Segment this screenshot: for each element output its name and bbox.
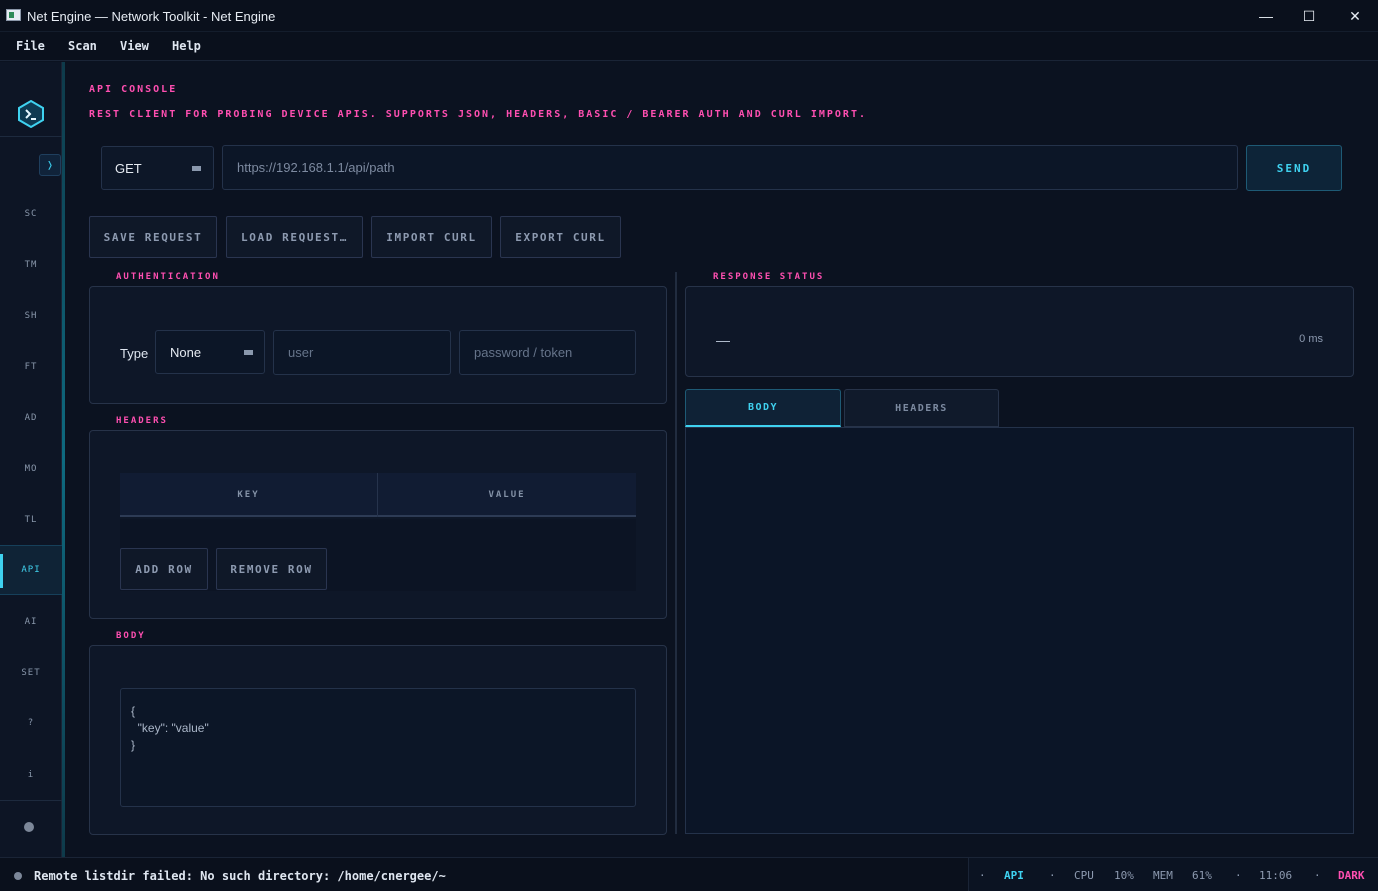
auth-group-label: AUTHENTICATION — [104, 271, 232, 283]
close-button[interactable]: ✕ — [1332, 0, 1378, 32]
cpu-value: 10% — [1114, 869, 1134, 882]
body-line: } — [131, 738, 136, 752]
app-icon — [6, 9, 21, 21]
minimize-button[interactable]: — — [1243, 0, 1289, 32]
status-indicator-icon — [14, 872, 22, 880]
status-separator: · — [1235, 869, 1242, 882]
remove-row-button[interactable]: REMOVE ROW — [216, 548, 327, 590]
status-separator: · — [1314, 869, 1321, 882]
connection-indicator — [24, 822, 34, 832]
status-metrics: · API · CPU 10% MEM 61% · 11:06 · DARK — [968, 858, 1378, 891]
nav-item-ft[interactable]: FT — [0, 342, 62, 392]
title-bar: Net Engine — Network Toolkit - Net Engin… — [0, 0, 1378, 32]
dropdown-icon — [192, 166, 201, 171]
sidebar-divider — [0, 800, 62, 801]
status-bar: Remote listdir failed: No such directory… — [0, 857, 1378, 891]
body-group-label: BODY — [104, 630, 158, 642]
export-curl-button[interactable]: EXPORT CURL — [500, 216, 621, 258]
status-separator: · — [979, 869, 986, 882]
nav-item-help[interactable]: ? — [0, 698, 62, 748]
status-clock: 11:06 — [1259, 869, 1293, 882]
auth-type-label: Type — [120, 346, 149, 361]
nav-item-sc[interactable]: SC — [0, 189, 62, 239]
cpu-label: CPU — [1074, 869, 1094, 882]
theme-toggle[interactable]: DARK — [1338, 869, 1365, 882]
menu-file[interactable]: File — [16, 39, 45, 53]
nav-item-ai[interactable]: AI — [0, 597, 62, 647]
menu-bar: File Scan View Help — [0, 32, 1378, 61]
response-status-label: RESPONSE STATUS — [701, 271, 837, 283]
nav-item-set[interactable]: SET — [0, 648, 62, 698]
column-key[interactable]: KEY — [120, 473, 377, 517]
nav-item-info[interactable]: i — [0, 750, 62, 800]
method-select[interactable]: GET — [101, 146, 214, 190]
load-request-button[interactable]: LOAD REQUEST… — [226, 216, 363, 258]
page-subtitle: REST CLIENT FOR PROBING DEVICE APIS. SUP… — [89, 109, 867, 120]
sidebar-splitter[interactable] — [62, 62, 65, 857]
dropdown-icon — [244, 350, 253, 355]
pane-splitter[interactable] — [675, 272, 677, 834]
status-separator: · — [1049, 869, 1056, 882]
nav-item-sh[interactable]: SH — [0, 291, 62, 341]
status-module: API — [1004, 869, 1024, 882]
body-line: "key": "value" — [131, 721, 209, 735]
auth-type-value: None — [170, 344, 202, 360]
maximize-button[interactable]: ☐ — [1286, 0, 1332, 32]
nav-item-tl[interactable]: TL — [0, 495, 62, 545]
auth-type-select[interactable]: None — [155, 330, 265, 374]
headers-group-label: HEADERS — [104, 415, 180, 427]
body-line: { — [131, 704, 136, 718]
method-value: GET — [115, 160, 142, 176]
mem-label: MEM — [1153, 869, 1173, 882]
response-status-group — [685, 286, 1354, 377]
nav-item-mo[interactable]: MO — [0, 444, 62, 494]
menu-help[interactable]: Help — [172, 39, 201, 53]
tab-response-body[interactable]: BODY — [685, 389, 841, 427]
column-value[interactable]: VALUE — [378, 473, 636, 517]
nav-item-api[interactable]: API — [0, 545, 62, 595]
send-button[interactable]: SEND — [1246, 145, 1342, 191]
save-request-button[interactable]: SAVE REQUEST — [89, 216, 217, 258]
nav-item-ad[interactable]: AD — [0, 393, 62, 443]
import-curl-button[interactable]: IMPORT CURL — [371, 216, 492, 258]
request-body-editor[interactable]: { "key": "value" } — [120, 688, 636, 807]
add-row-button[interactable]: ADD ROW — [120, 548, 208, 590]
page-title: API CONSOLE — [89, 84, 178, 95]
window-title: Net Engine — Network Toolkit - Net Engin… — [27, 9, 276, 24]
response-time: 0 ms — [1299, 333, 1323, 345]
response-status-code: — — [716, 332, 730, 348]
nav-item-tm[interactable]: TM — [0, 240, 62, 290]
sidebar-collapse-button[interactable]: ❭ — [39, 154, 61, 176]
auth-password-input[interactable]: password / token — [459, 330, 636, 375]
menu-scan[interactable]: Scan — [68, 39, 97, 53]
response-body-viewer[interactable] — [685, 427, 1354, 834]
tab-response-headers[interactable]: HEADERS — [844, 389, 999, 427]
app-logo-icon — [18, 100, 44, 128]
headers-table-header: KEY VALUE — [120, 473, 636, 517]
mem-value: 61% — [1192, 869, 1212, 882]
auth-user-input[interactable]: user — [273, 330, 451, 375]
menu-view[interactable]: View — [120, 39, 149, 53]
sidebar-divider — [0, 136, 62, 137]
status-message: Remote listdir failed: No such directory… — [34, 869, 446, 883]
url-input[interactable]: https://192.168.1.1/api/path — [222, 145, 1238, 190]
